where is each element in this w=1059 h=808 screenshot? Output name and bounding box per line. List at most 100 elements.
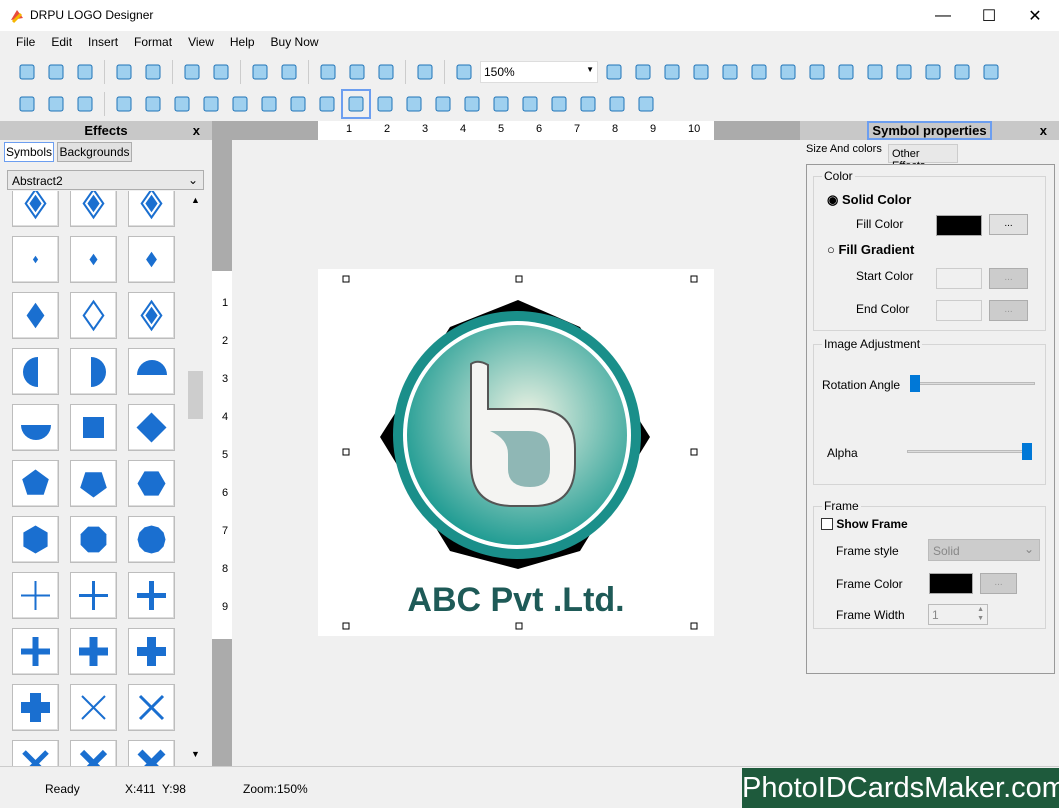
menu-help[interactable]: Help	[222, 31, 263, 53]
triangle-down-icon[interactable]	[546, 91, 572, 117]
line-icon[interactable]	[285, 91, 311, 117]
symbols-scrollbar[interactable]: ▲ ▼	[187, 191, 204, 763]
menu-view[interactable]: View	[180, 31, 222, 53]
align-bottom-icon[interactable]	[920, 59, 946, 85]
category-dropdown[interactable]: Abstract2 ⌄	[7, 170, 204, 190]
close-file-icon[interactable]	[72, 59, 98, 85]
curve-icon[interactable]	[633, 91, 659, 117]
save-icon[interactable]	[111, 59, 137, 85]
image-icon[interactable]	[43, 91, 69, 117]
symbol-item[interactable]	[12, 236, 59, 283]
open-icon[interactable]	[43, 59, 69, 85]
zoom-dropdown[interactable]: 150% ▼	[480, 61, 598, 83]
actual-size-icon[interactable]	[630, 59, 656, 85]
symbol-item[interactable]	[128, 516, 175, 563]
symbol-item[interactable]	[12, 292, 59, 339]
align-top-icon[interactable]	[891, 59, 917, 85]
menu-file[interactable]: File	[8, 31, 43, 53]
save-as-icon[interactable]	[140, 59, 166, 85]
symbol-item[interactable]	[128, 572, 175, 619]
star-icon[interactable]	[430, 91, 456, 117]
symbol-item[interactable]	[128, 740, 175, 766]
unlock-icon[interactable]	[978, 59, 1004, 85]
show-frame-checkbox[interactable]: Show Frame	[821, 517, 908, 531]
scrollbar-thumb[interactable]	[188, 371, 203, 419]
design-canvas[interactable]: ABC Pvt .Ltd.	[318, 269, 714, 636]
start-color-swatch[interactable]	[936, 268, 982, 289]
fill-color-swatch[interactable]	[936, 215, 982, 236]
symbol-item[interactable]	[70, 740, 117, 766]
symbol-item[interactable]	[12, 191, 59, 227]
triangle-icon[interactable]	[517, 91, 543, 117]
symbol-item[interactable]	[12, 348, 59, 395]
tab-other-effects[interactable]: Other Effects	[888, 144, 958, 172]
text-icon[interactable]	[14, 91, 40, 117]
symbol-item[interactable]	[12, 516, 59, 563]
align-center-icon[interactable]	[862, 59, 888, 85]
align-left-icon[interactable]	[804, 59, 830, 85]
symbol-item[interactable]	[70, 516, 117, 563]
bring-front-icon[interactable]	[746, 59, 772, 85]
symbol-item[interactable]	[70, 684, 117, 731]
fit-icon[interactable]	[659, 59, 685, 85]
edit-icon[interactable]	[717, 59, 743, 85]
frame-color-swatch[interactable]	[929, 573, 973, 594]
users-icon[interactable]	[169, 91, 195, 117]
camera-icon[interactable]	[72, 91, 98, 117]
alpha-slider[interactable]	[907, 443, 1032, 460]
close-button[interactable]: ✕	[1012, 0, 1058, 31]
symbol-item[interactable]	[128, 236, 175, 283]
zoom-out-icon[interactable]	[601, 59, 627, 85]
symbol-item[interactable]	[70, 348, 117, 395]
symbol-item[interactable]	[128, 404, 175, 451]
watermark-icon[interactable]	[256, 91, 282, 117]
symbol-item[interactable]	[128, 684, 175, 731]
cut-icon[interactable]	[315, 59, 341, 85]
symbol-item[interactable]	[70, 404, 117, 451]
symbol-item[interactable]	[70, 460, 117, 507]
alpha-thumb[interactable]	[1022, 443, 1032, 460]
delete-icon[interactable]	[412, 59, 438, 85]
rotation-slider[interactable]	[910, 375, 1035, 392]
rounded-rectangle-icon[interactable]	[372, 91, 398, 117]
tab-symbols[interactable]: Symbols	[4, 142, 54, 162]
symbol-item[interactable]	[12, 572, 59, 619]
symbol-item[interactable]	[128, 460, 175, 507]
arc-icon[interactable]	[459, 91, 485, 117]
end-color-button[interactable]: ...	[989, 300, 1028, 321]
fill-gradient-radio[interactable]: ○ Fill Gradient	[827, 242, 914, 257]
minimize-button[interactable]: —	[920, 0, 966, 31]
symbol-item[interactable]	[12, 740, 59, 766]
tab-backgrounds[interactable]: Backgrounds	[57, 142, 132, 162]
frame-width-stepper[interactable]: 1 ▲ ▼	[928, 604, 988, 625]
zoom-in-icon[interactable]	[451, 59, 477, 85]
fill-color-button[interactable]: ...	[989, 214, 1028, 235]
background-icon[interactable]	[140, 91, 166, 117]
symbol-item[interactable]	[70, 628, 117, 675]
signature-icon[interactable]	[227, 91, 253, 117]
menu-format[interactable]: Format	[126, 31, 180, 53]
effects-close-button[interactable]: x	[193, 121, 200, 140]
symbol-item[interactable]	[12, 684, 59, 731]
redo-icon[interactable]	[276, 59, 302, 85]
symbol-item[interactable]	[70, 292, 117, 339]
frame-style-dropdown[interactable]: Solid ⌄	[928, 539, 1040, 561]
export-icon[interactable]	[179, 59, 205, 85]
symbol-item[interactable]	[70, 236, 117, 283]
undo-icon[interactable]	[247, 59, 273, 85]
symbol-item[interactable]	[128, 191, 175, 227]
paste-icon[interactable]	[373, 59, 399, 85]
logo-text[interactable]: ABC Pvt .Ltd.	[407, 581, 624, 619]
triangle-left-icon[interactable]	[604, 91, 630, 117]
menu-edit[interactable]: Edit	[43, 31, 80, 53]
menu-buy-now[interactable]: Buy Now	[263, 31, 327, 53]
ellipse-icon[interactable]	[341, 89, 371, 119]
rectangle-icon[interactable]	[314, 91, 340, 117]
start-color-button[interactable]: ...	[989, 268, 1028, 289]
triangle-right-icon[interactable]	[575, 91, 601, 117]
menu-insert[interactable]: Insert	[80, 31, 126, 53]
maximize-button[interactable]: ☐	[966, 0, 1012, 31]
send-back-icon[interactable]	[775, 59, 801, 85]
symbol-item[interactable]	[70, 191, 117, 227]
grid-icon[interactable]	[688, 59, 714, 85]
